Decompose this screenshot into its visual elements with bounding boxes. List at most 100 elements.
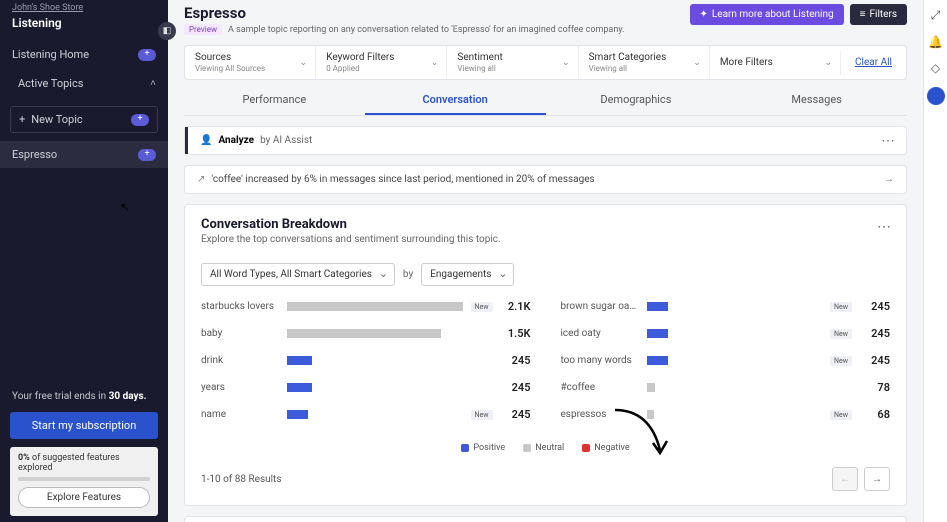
bar-label: #coffee (561, 382, 639, 393)
bar-value: 68 (860, 408, 890, 421)
filters-button[interactable]: ≡ Filters (850, 4, 907, 25)
filter-sources[interactable]: Sources Viewing All Sources ⌄ (185, 46, 316, 79)
bar-track (647, 410, 823, 419)
bar-row[interactable]: nameNew245 (201, 408, 531, 421)
bar-track (647, 329, 823, 338)
analyze-header: 👤 Analyze by AI Assist ⋯ (185, 127, 906, 154)
avatar[interactable] (927, 87, 945, 105)
insight-text: 'coffee' increased by 6% in messages sin… (211, 174, 594, 185)
add-icon[interactable] (131, 114, 149, 126)
legend-neutral: Neutral (535, 443, 564, 453)
word-types-dropdown[interactable]: All Word Types, All Smart Categories (201, 263, 395, 286)
sidebar-item-active-topics[interactable]: Active Topics ˄ (0, 69, 168, 98)
bell-icon[interactable]: 🔔 (928, 35, 943, 49)
next-page-button[interactable]: → (864, 467, 890, 491)
bar-track (287, 356, 493, 365)
bar-label: baby (201, 328, 279, 339)
more-options-button[interactable]: ⋯ (877, 219, 892, 235)
page-description: A sample topic reporting on any conversa… (228, 25, 625, 35)
arrow-right-icon[interactable]: → (884, 174, 894, 185)
bar-row[interactable]: baby 1.5K (201, 327, 531, 340)
bar-value: 245 (860, 354, 890, 367)
ai-assist-icon: 👤 (200, 135, 212, 146)
chevron-down-icon: ⌄ (824, 58, 832, 68)
bar-track (287, 383, 493, 392)
bar-row[interactable]: #coffee78 (561, 381, 891, 394)
bar-row[interactable]: starbucks loversNew2.1K (201, 300, 531, 313)
bookmark-icon[interactable]: ◇ (931, 61, 940, 75)
bar-label: name (201, 409, 279, 420)
tab-demographics[interactable]: Demographics (546, 86, 727, 115)
bar-value: 245 (501, 381, 531, 394)
insight-row[interactable]: ↗ 'coffee' increased by 6% in messages s… (185, 166, 906, 193)
add-icon[interactable] (138, 49, 156, 61)
filter-bar: Sources Viewing All Sources ⌄ Keyword Fi… (184, 45, 907, 80)
bar-row[interactable]: espressosNew68 (561, 408, 891, 421)
learn-more-button[interactable]: ✦ Learn more about Listening (690, 4, 844, 25)
legend-positive: Positive (473, 443, 505, 453)
word-cloud-card: Word Cloud (184, 516, 907, 522)
bar-row[interactable]: drink245 (201, 354, 531, 367)
sidebar-item-label: Listening Home (12, 48, 89, 61)
pagination: 1-10 of 88 Results ← → (201, 467, 890, 491)
expand-icon[interactable]: ⤢ (931, 8, 941, 23)
clear-all-button[interactable]: Clear All (841, 57, 906, 68)
bar-label: brown sugar oat ... (561, 301, 639, 312)
bar-row[interactable]: brown sugar oat ...New245 (561, 300, 891, 313)
trend-up-icon: ↗ (197, 174, 205, 185)
filters-label: Filters (869, 9, 897, 20)
plus-icon: + (19, 113, 25, 126)
explore-features-button[interactable]: Explore Features (18, 487, 150, 508)
bar-track (287, 302, 463, 311)
feature-progress (18, 477, 150, 481)
new-badge: New (830, 302, 852, 312)
sidebar-topic-espresso[interactable]: Espresso (0, 141, 168, 168)
analyze-by: by AI Assist (260, 135, 312, 146)
tab-performance[interactable]: Performance (184, 86, 365, 115)
filter-more[interactable]: More Filters ⌄ (710, 51, 841, 75)
preview-badge: Preview (184, 24, 222, 35)
bar-track (647, 383, 853, 392)
bar-track (287, 410, 463, 419)
bar-row[interactable]: too many wordsNew245 (561, 354, 891, 367)
page-title: Espresso (184, 4, 624, 22)
pager-text: 1-10 of 88 Results (201, 474, 282, 485)
prev-page-button[interactable]: ← (832, 467, 858, 491)
start-subscription-button[interactable]: Start my subscription (10, 412, 158, 439)
legend-negative: Negative (594, 443, 629, 453)
bars-right-column: brown sugar oat ...New245iced oatyNew245… (561, 300, 891, 435)
content-tabs: Performance Conversation Demographics Me… (184, 86, 907, 116)
tab-conversation[interactable]: Conversation (365, 86, 546, 115)
filter-smart-categories[interactable]: Smart Categories Viewing all ⌄ (579, 46, 710, 79)
breakdown-title: Conversation Breakdown (201, 217, 890, 232)
chevron-down-icon: ⌄ (431, 58, 439, 68)
right-rail: ⤢ 🔔 ◇ (923, 0, 947, 522)
sentiment-legend: Positive Neutral Negative (201, 443, 890, 453)
sidebar-item-listening-home[interactable]: Listening Home (0, 40, 168, 69)
store-name-link[interactable]: John's Shoe Store (0, 0, 168, 13)
analyze-label: Analyze (218, 135, 254, 146)
bar-row[interactable]: years245 (201, 381, 531, 394)
collapse-sidebar-button[interactable]: ◧ (158, 22, 176, 40)
learn-more-label: Learn more about Listening (712, 9, 834, 20)
bar-label: iced oaty (561, 328, 639, 339)
bar-value: 2.1K (501, 300, 531, 313)
content-scroll[interactable]: 👤 Analyze by AI Assist ⋯ ↗ 'coffee' incr… (168, 116, 923, 522)
filter-keywords[interactable]: Keyword Filters 0 Applied ⌄ (316, 46, 447, 79)
chevron-down-icon: ⌄ (300, 58, 308, 68)
bar-value: 1.5K (501, 327, 531, 340)
tab-messages[interactable]: Messages (726, 86, 907, 115)
by-label: by (403, 269, 413, 280)
sort-dropdown[interactable]: Engagements (421, 263, 514, 286)
features-explored-box: 0% of suggested features explored Explor… (10, 447, 158, 516)
bar-track (287, 329, 493, 338)
new-badge: New (830, 329, 852, 339)
new-topic-button[interactable]: +New Topic (10, 106, 158, 133)
bar-label: too many words (561, 355, 639, 366)
more-options-button[interactable]: ⋯ (881, 133, 896, 149)
sparkle-icon: ✦ (700, 9, 708, 20)
page-header: Espresso Preview A sample topic reportin… (168, 0, 923, 41)
bar-row[interactable]: iced oatyNew245 (561, 327, 891, 340)
filter-sentiment[interactable]: Sentiment Viewing all ⌄ (447, 46, 578, 79)
add-icon[interactable] (138, 149, 156, 161)
